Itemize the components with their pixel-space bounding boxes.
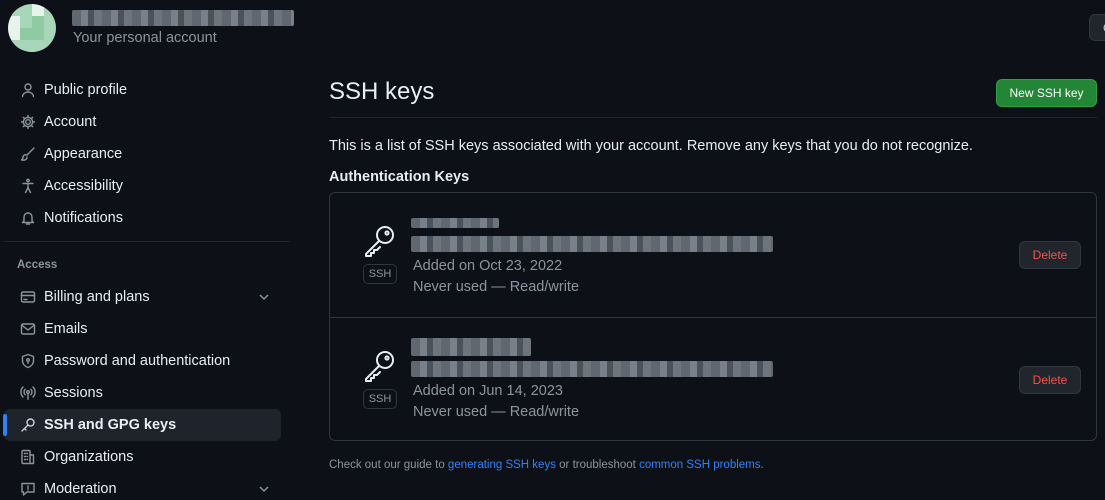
settings-header: Your personal account G bbox=[0, 0, 1105, 60]
sidebar-item-label: Organizations bbox=[44, 449, 134, 465]
sidebar-item-label: Notifications bbox=[44, 210, 123, 226]
key-fingerprint-redacted bbox=[411, 361, 773, 377]
chevron-down-icon[interactable] bbox=[257, 290, 271, 304]
sidebar-item-label: Password and authentication bbox=[44, 353, 231, 369]
sidebar-item-label: Public profile bbox=[44, 82, 128, 98]
account-subtitle: Your personal account bbox=[73, 30, 217, 46]
ssh-key-row: SSH Added on Jun 14, 2023 Never used — R… bbox=[330, 317, 1096, 441]
new-ssh-key-button[interactable]: New SSH key bbox=[996, 79, 1097, 107]
key-icon bbox=[20, 417, 36, 433]
sidebar-item-sessions[interactable]: Sessions bbox=[4, 377, 281, 409]
key-title-redacted bbox=[411, 338, 531, 356]
key-icon bbox=[362, 348, 398, 384]
footer-prefix: Check out our guide to bbox=[329, 459, 448, 471]
key-title-redacted bbox=[411, 218, 499, 228]
sidebar-item-moderation[interactable]: Moderation bbox=[4, 473, 281, 500]
bell-icon bbox=[20, 210, 36, 226]
broadcast-icon bbox=[20, 385, 36, 401]
go-to-profile-button[interactable]: G bbox=[1089, 14, 1105, 41]
sidebar-item-organizations[interactable]: Organizations bbox=[4, 441, 281, 473]
ssh-keys-list: SSH Added on Oct 23, 2022 Never used — R… bbox=[329, 192, 1097, 441]
credit-card-icon bbox=[20, 289, 36, 305]
accessibility-icon bbox=[20, 178, 36, 194]
sidebar-item-label: Billing and plans bbox=[44, 289, 150, 305]
generating-ssh-keys-link[interactable]: generating SSH keys bbox=[448, 459, 556, 471]
person-icon bbox=[20, 82, 36, 98]
sidebar-item-label: Accessibility bbox=[44, 178, 123, 194]
sidebar-item-account[interactable]: Account bbox=[4, 106, 281, 138]
key-fingerprint-redacted bbox=[411, 236, 773, 252]
sidebar-item-label: Account bbox=[44, 114, 97, 130]
ssh-badge: SSH bbox=[363, 389, 397, 409]
paintbrush-icon bbox=[20, 146, 36, 162]
sidebar-item-public-profile[interactable]: Public profile bbox=[4, 74, 281, 106]
ssh-key-row: SSH Added on Oct 23, 2022 Never used — R… bbox=[330, 193, 1096, 317]
authentication-keys-heading: Authentication Keys bbox=[329, 169, 470, 185]
sidebar-item-label: SSH and GPG keys bbox=[44, 417, 177, 433]
page-description: This is a list of SSH keys associated wi… bbox=[329, 138, 973, 154]
chevron-down-icon[interactable] bbox=[257, 482, 271, 496]
delete-key-button[interactable]: Delete bbox=[1019, 366, 1081, 394]
common-ssh-problems-link[interactable]: common SSH problems bbox=[639, 459, 760, 471]
sidebar-item-accessibility[interactable]: Accessibility bbox=[4, 170, 281, 202]
key-icon bbox=[362, 223, 398, 259]
sidebar-item-password[interactable]: Password and authentication bbox=[4, 345, 281, 377]
report-icon bbox=[20, 481, 36, 497]
footer-middle: or troubleshoot bbox=[555, 459, 640, 471]
sidebar-item-label: Moderation bbox=[44, 481, 117, 497]
key-added-date: Added on Jun 14, 2023 bbox=[413, 383, 563, 399]
footer-suffix: . bbox=[760, 459, 764, 471]
gear-icon bbox=[20, 114, 36, 130]
sidebar-item-label: Sessions bbox=[44, 385, 103, 401]
sidebar-item-label: Emails bbox=[44, 321, 88, 337]
sidebar-item-ssh-gpg-keys[interactable]: SSH and GPG keys bbox=[3, 409, 281, 441]
key-added-date: Added on Oct 23, 2022 bbox=[413, 258, 563, 274]
title-divider bbox=[329, 117, 1097, 118]
footer-help-text: Check out our guide to generating SSH ke… bbox=[329, 459, 764, 471]
sidebar-section-access: Access bbox=[17, 259, 58, 271]
page-title: SSH keys bbox=[329, 78, 435, 105]
sidebar-item-appearance[interactable]: Appearance bbox=[4, 138, 281, 170]
ssh-badge: SSH bbox=[363, 264, 397, 284]
shield-lock-icon bbox=[20, 353, 36, 369]
delete-key-button[interactable]: Delete bbox=[1019, 241, 1081, 269]
mail-icon bbox=[20, 321, 36, 337]
organization-icon bbox=[20, 449, 36, 465]
avatar[interactable] bbox=[8, 4, 56, 52]
sidebar-item-notifications[interactable]: Notifications bbox=[4, 202, 281, 234]
sidebar-item-label: Appearance bbox=[44, 146, 123, 162]
settings-sidebar: Public profile Account Appearance Access… bbox=[0, 74, 290, 500]
key-usage: Never used — Read/write bbox=[413, 404, 580, 420]
sidebar-item-billing[interactable]: Billing and plans bbox=[4, 281, 281, 313]
username-redacted bbox=[72, 10, 294, 26]
sidebar-item-emails[interactable]: Emails bbox=[4, 313, 281, 345]
key-usage: Never used — Read/write bbox=[413, 279, 580, 295]
